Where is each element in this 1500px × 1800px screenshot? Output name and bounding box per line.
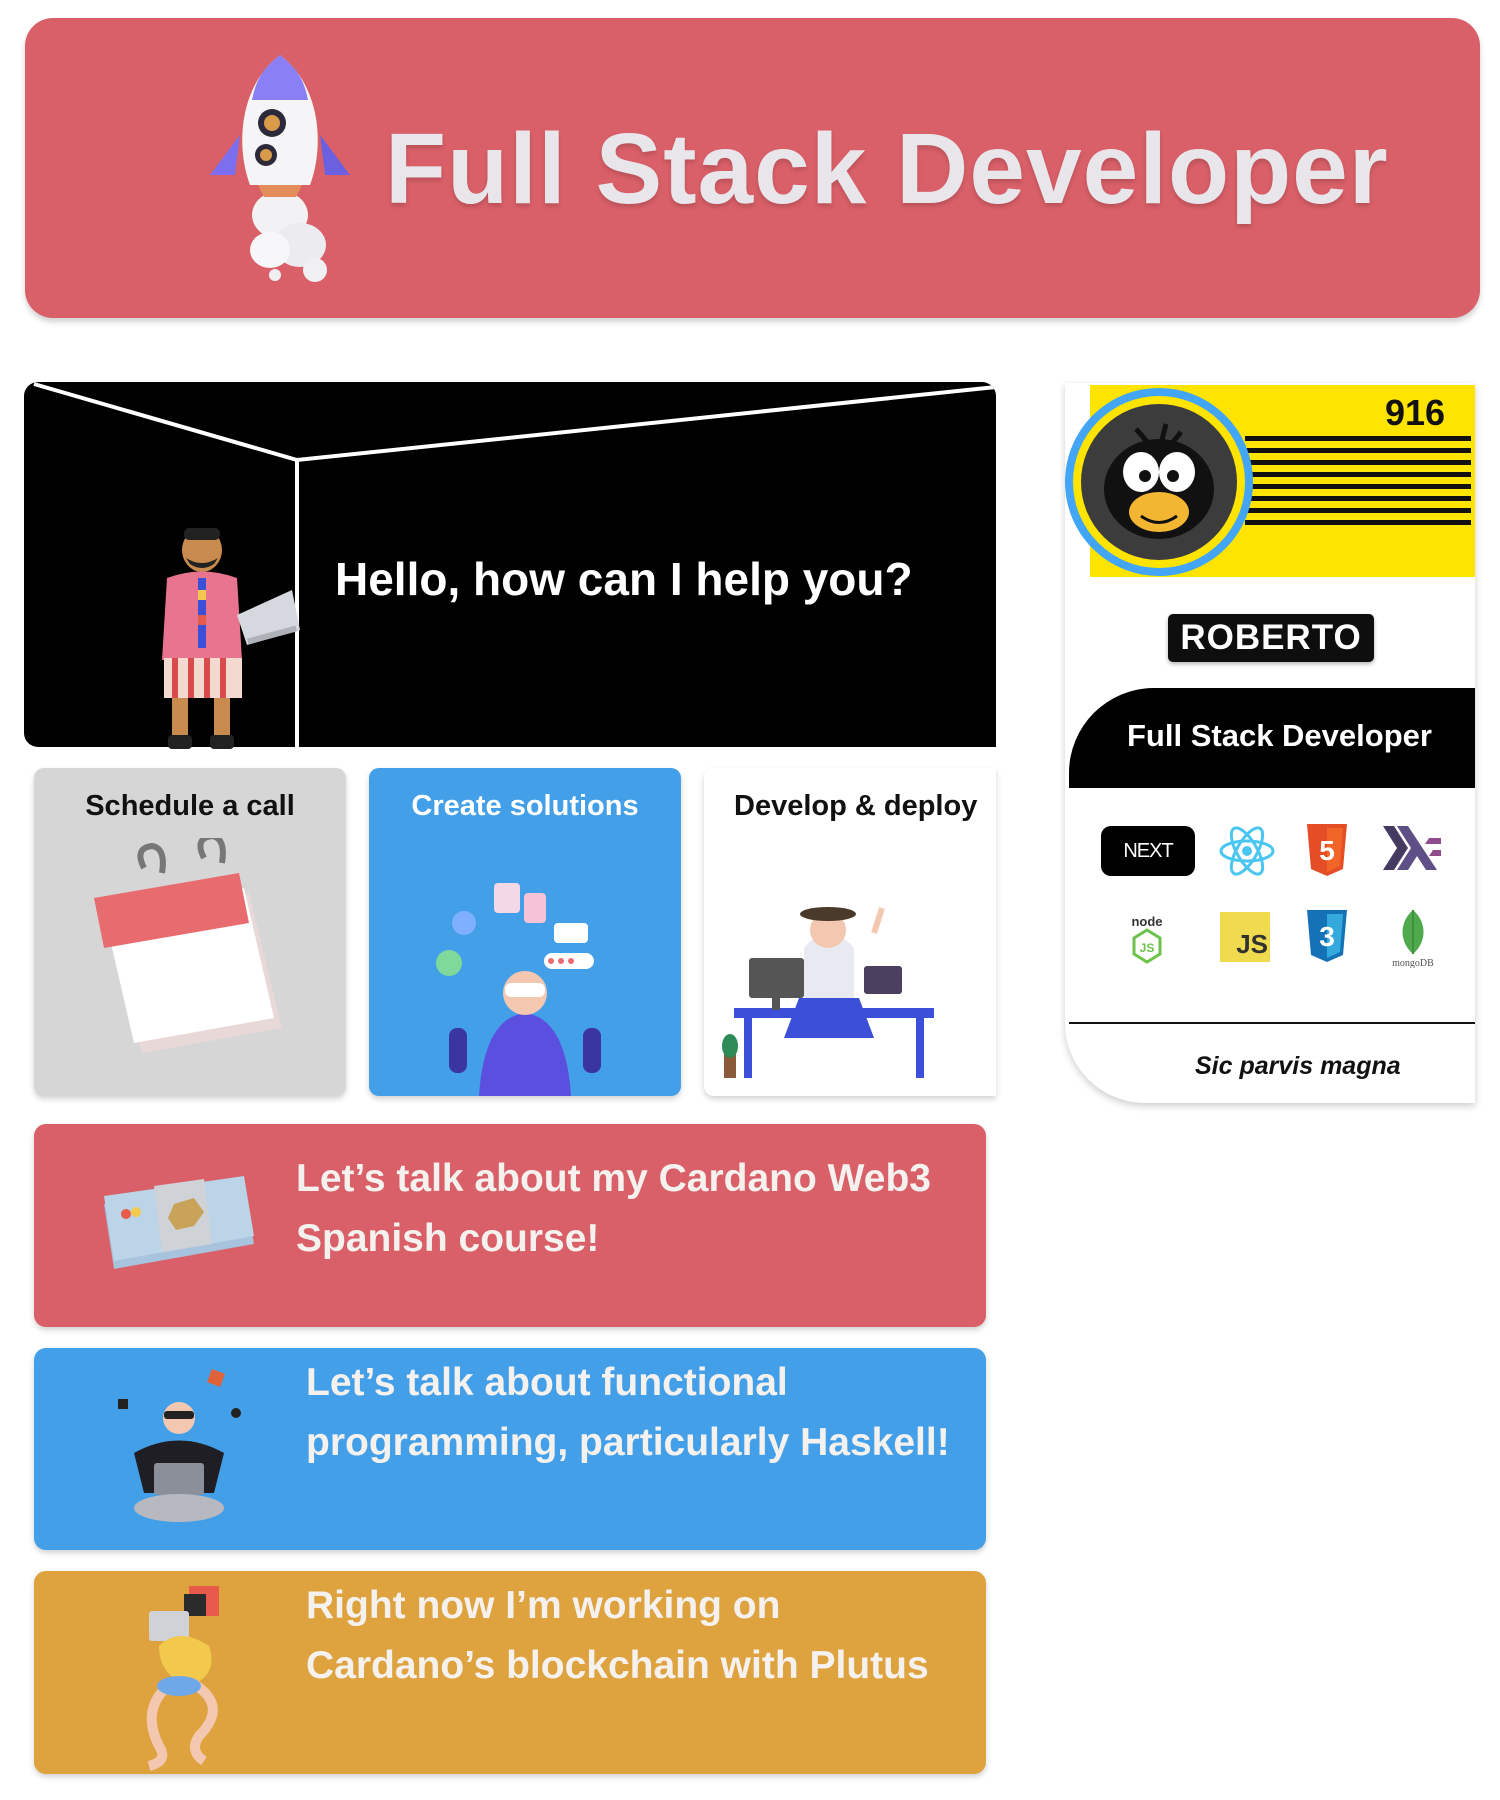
profile-role: Full Stack Developer: [1127, 718, 1432, 753]
promo-functional-programming[interactable]: Let’s talk about functional programming,…: [34, 1348, 986, 1550]
svg-text:JS: JS: [1140, 941, 1155, 955]
developer-desk-illustration: [722, 907, 934, 1078]
credit-cards-icon: [104, 1176, 254, 1269]
create-solutions-card[interactable]: Create solutions: [369, 768, 681, 1096]
schedule-call-card[interactable]: Schedule a call: [34, 768, 346, 1096]
flexible-developer-illustration: [146, 1586, 219, 1771]
profile-name: ROBERTO: [1168, 614, 1374, 662]
react-icon: [1219, 826, 1275, 876]
mongodb-icon: mongoDB: [1392, 910, 1434, 968]
html5-label: 5: [1319, 835, 1335, 866]
develop-deploy-card[interactable]: Develop & deploy: [704, 768, 996, 1096]
mongodb-label: mongoDB: [1392, 958, 1434, 968]
nodejs-label: node: [1131, 914, 1162, 929]
calendar-icon: [94, 838, 282, 1053]
card-title: Schedule a call: [85, 790, 295, 822]
promo-plutus-work[interactable]: Right now I’m working on Cardano’s block…: [34, 1571, 986, 1774]
promo-text: Right now I’m working on Cardano’s block…: [306, 1584, 929, 1687]
header-title: Full Stack Developer: [385, 113, 1389, 225]
haskell-icon: [1383, 826, 1441, 870]
nodejs-icon: node JS: [1131, 914, 1163, 964]
promo-text: Let’s talk about my Cardano Web3 Spanish…: [296, 1157, 931, 1260]
profile-motto: Sic parvis magna: [1195, 1052, 1401, 1080]
avatar: [1065, 388, 1253, 576]
promo-cardano-course[interactable]: Let’s talk about my Cardano Web3 Spanish…: [34, 1124, 986, 1327]
coder-with-laptop-illustration: [118, 1369, 241, 1522]
profile-score: 916: [1385, 392, 1446, 433]
solutions-illustration: [436, 883, 601, 1096]
javascript-icon: JS: [1220, 912, 1270, 962]
card-title: Create solutions: [411, 790, 639, 822]
html5-icon: 5: [1307, 824, 1347, 876]
card-title: Develop & deploy: [734, 790, 978, 822]
character-with-laptop-illustration: [162, 528, 300, 749]
profile-divider: [1069, 1022, 1475, 1024]
hero-greeting: Hello, how can I help you?: [335, 553, 913, 605]
css3-label: 3: [1319, 921, 1335, 952]
rocket-icon: [210, 55, 350, 282]
nextjs-icon: NEXT: [1101, 826, 1195, 876]
css3-icon: 3: [1307, 910, 1347, 962]
promo-text: Let’s talk about functional programming,…: [306, 1361, 950, 1464]
barcode-stripes: [1245, 436, 1471, 525]
